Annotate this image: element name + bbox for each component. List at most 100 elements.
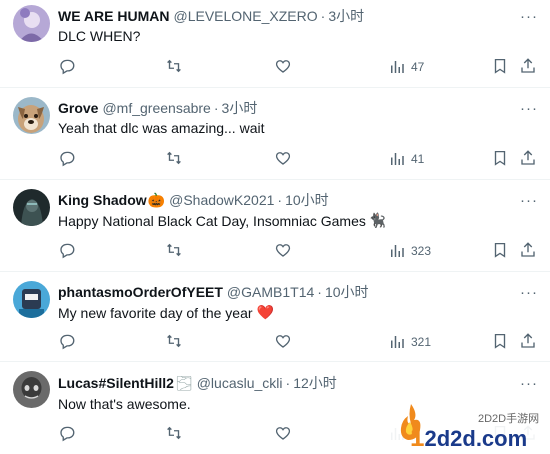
views-icon — [388, 333, 406, 351]
bookmark-icon — [491, 57, 511, 75]
views-icon — [388, 58, 406, 76]
display-name[interactable]: WE ARE HUMAN — [58, 8, 169, 24]
separator-dot: · — [317, 284, 322, 300]
more-icon[interactable]: ··· — [519, 193, 539, 212]
bookmark-icon — [491, 241, 511, 259]
avatar[interactable] — [13, 97, 50, 134]
reply-text-content: Happy National Black Cat Day, Insomniac … — [58, 212, 366, 229]
user-handle[interactable]: @ShadowK2021 — [169, 192, 274, 208]
retweet-icon — [165, 332, 185, 350]
reply-text-content: Now that's awesome. — [58, 396, 191, 412]
reply-icon — [58, 424, 78, 442]
display-name[interactable]: Grove — [58, 100, 98, 116]
retweet-icon-button[interactable] — [165, 57, 185, 77]
timestamp[interactable]: 10小时 — [325, 282, 369, 302]
like-icon — [274, 57, 294, 75]
reply-icon-button[interactable] — [58, 332, 78, 352]
pumpkin-icon: 🎃 — [147, 191, 166, 208]
black-cat-icon: 🐈‍⬛ — [368, 212, 387, 228]
like-icon-button[interactable] — [274, 424, 294, 444]
user-handle[interactable]: @LEVELONE_XZERO — [173, 8, 317, 24]
avatar[interactable] — [13, 189, 50, 226]
bookmark-icon-button[interactable] — [491, 332, 511, 352]
views-icon — [388, 150, 406, 168]
like-icon — [274, 424, 294, 442]
timestamp[interactable]: 3小时 — [222, 98, 258, 118]
retweet-icon-button[interactable] — [165, 149, 185, 169]
retweet-icon-button[interactable] — [165, 424, 185, 444]
share-icon-button[interactable] — [519, 332, 539, 352]
bookmark-icon-button[interactable] — [491, 149, 511, 169]
bookmark-icon — [491, 149, 511, 167]
display-name[interactable]: phantasmoOrderOfYEET — [58, 284, 223, 300]
share-icon — [519, 332, 539, 350]
retweet-icon — [165, 241, 185, 259]
more-icon[interactable]: ··· — [519, 285, 539, 304]
reply-icon — [58, 332, 78, 350]
display-name[interactable]: King Shadow — [58, 192, 147, 208]
reply-text: Happy National Black Cat Day, Insomniac … — [58, 212, 386, 229]
reply-icon-button[interactable] — [58, 424, 78, 444]
like-icon-button[interactable] — [274, 149, 294, 169]
timestamp[interactable]: 3小时 — [328, 6, 364, 26]
separator-dot: · — [277, 192, 283, 208]
views-icon-button[interactable]: 321 — [383, 332, 443, 352]
watermark: 2D2D手游网 12d2d.com — [390, 396, 550, 454]
reply-icon-button[interactable] — [58, 57, 78, 77]
avatar[interactable] — [13, 5, 50, 42]
retweet-icon-button[interactable] — [165, 332, 185, 352]
share-icon-button[interactable] — [519, 57, 539, 77]
like-icon-button[interactable] — [274, 57, 294, 77]
retweet-icon — [165, 57, 185, 75]
share-icon-button[interactable] — [519, 241, 539, 261]
reply-header: Grove @mf_greensabre · 3小时 — [58, 99, 257, 117]
retweet-icon-button[interactable] — [165, 241, 185, 261]
reply-text: Now that's awesome. — [58, 396, 191, 412]
reply-header: Lucas#SilentHill2 🌫 @lucaslu_ckli · 12小时 — [58, 374, 337, 392]
watermark-domain: 12d2d.com — [410, 422, 528, 452]
user-handle[interactable]: @GAMB1T14 — [227, 284, 314, 300]
like-icon-button[interactable] — [274, 241, 294, 261]
display-name[interactable]: Lucas#SilentHill2 — [58, 375, 174, 391]
reply-text-content: DLC WHEN? — [58, 28, 141, 44]
timestamp[interactable]: 12小时 — [293, 373, 337, 393]
reply-text: Yeah that dlc was amazing... wait — [58, 120, 265, 136]
reply-text-content: My new favorite day of the year — [58, 304, 253, 321]
reply-icon — [58, 57, 78, 75]
retweet-icon — [165, 149, 185, 167]
views-count: 321 — [411, 335, 432, 349]
bookmark-icon-button[interactable] — [491, 57, 511, 77]
like-icon — [274, 241, 294, 259]
share-icon-button[interactable] — [519, 149, 539, 169]
reply-icon — [58, 241, 78, 259]
reply-header: King Shadow 🎃 @ShadowK2021 · 10小时 — [58, 191, 329, 209]
user-handle[interactable]: @lucaslu_ckli — [197, 375, 283, 391]
share-icon — [519, 241, 539, 259]
more-icon[interactable]: ··· — [519, 9, 539, 28]
user-handle[interactable]: @mf_greensabre — [102, 100, 210, 116]
avatar[interactable] — [13, 281, 50, 318]
bookmark-icon-button[interactable] — [491, 241, 511, 261]
reply-text: DLC WHEN? — [58, 28, 140, 44]
bookmark-icon — [491, 332, 511, 350]
views-count: 41 — [411, 152, 425, 166]
retweet-icon — [165, 424, 185, 442]
timestamp[interactable]: 10小时 — [285, 190, 329, 210]
like-icon-button[interactable] — [274, 332, 294, 352]
more-icon[interactable]: ··· — [519, 101, 539, 120]
separator-dot: · — [285, 375, 291, 391]
views-icon-button[interactable]: 47 — [383, 57, 443, 77]
avatar[interactable] — [13, 371, 50, 408]
reply-icon-button[interactable] — [58, 241, 78, 261]
more-icon[interactable]: ··· — [519, 376, 539, 395]
views-icon-button[interactable]: 41 — [383, 149, 443, 169]
reply-icon — [58, 149, 78, 167]
fog-icon: 🌫 — [174, 374, 193, 391]
views-count: 47 — [411, 60, 425, 74]
reply-icon-button[interactable] — [58, 149, 78, 169]
reply-header: phantasmoOrderOfYEET @GAMB1T14 · 10小时 — [58, 283, 369, 301]
share-icon — [519, 149, 539, 167]
views-icon-button[interactable]: 323 — [383, 241, 443, 261]
like-icon — [274, 149, 294, 167]
views-count: 323 — [411, 244, 432, 258]
